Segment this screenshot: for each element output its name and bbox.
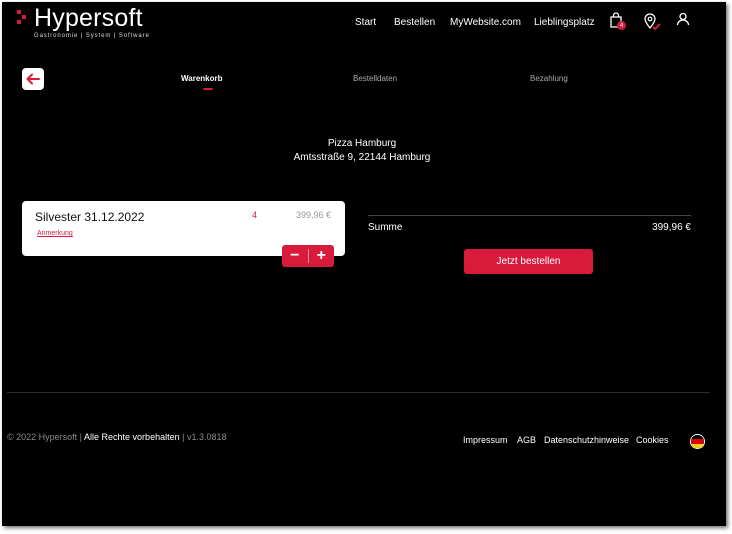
footer-link-datenschutz[interactable]: Datenschutzhinweise xyxy=(544,435,629,445)
step-warenkorb[interactable]: Warenkorb xyxy=(181,74,223,83)
restaurant-address: Amtsstraße 9, 22144 Hamburg xyxy=(293,152,431,163)
quantity-stepper: − + xyxy=(282,245,334,267)
summary-divider xyxy=(368,215,691,216)
nav-bestellen[interactable]: Bestellen xyxy=(394,17,435,28)
logo-tagline: Gastronomie | System | Software xyxy=(34,33,150,39)
order-button[interactable]: Jetzt bestellen xyxy=(464,249,593,274)
cart-count-badge: 4 xyxy=(617,21,626,30)
nav-mywebsite[interactable]: MyWebsite.com xyxy=(450,17,521,28)
user-button[interactable] xyxy=(676,12,692,28)
increase-quantity-button[interactable]: + xyxy=(309,245,335,267)
decrease-quantity-button[interactable]: − xyxy=(282,245,308,267)
copyright-text: © 2022 Hypersoft | xyxy=(7,432,83,442)
step-bezahlung[interactable]: Bezahlung xyxy=(530,74,568,83)
restaurant-name: Pizza Hamburg xyxy=(327,138,397,149)
item-note-link[interactable]: Anmerkung xyxy=(37,230,73,237)
app-window: Hypersoft Gastronomie | System | Softwar… xyxy=(2,2,726,526)
footer-link-agb[interactable]: AGB xyxy=(517,435,536,445)
arrow-left-icon xyxy=(26,73,40,85)
rights-text: Alle Rechte vorbehalten xyxy=(84,432,180,442)
version-text: | v1.3.0818 xyxy=(182,432,227,442)
active-step-indicator xyxy=(203,88,213,90)
user-icon xyxy=(676,12,690,26)
footer-divider xyxy=(7,392,710,393)
location-button[interactable] xyxy=(642,12,662,32)
nav-start[interactable]: Start xyxy=(355,17,376,28)
map-pin-check-icon xyxy=(644,13,661,31)
german-flag-icon[interactable] xyxy=(691,435,704,448)
footer-link-impressum[interactable]: Impressum xyxy=(463,435,508,445)
step-bestelldaten[interactable]: Bestelldaten xyxy=(353,74,397,83)
cart-button[interactable]: 4 xyxy=(609,12,629,32)
item-name: Silvester 31.12.2022 xyxy=(35,210,145,224)
summary-value: 399,96 € xyxy=(652,222,691,233)
back-button[interactable] xyxy=(22,68,44,90)
item-quantity: 4 xyxy=(252,210,258,220)
item-price: 399,96 € xyxy=(295,210,331,220)
footer-copyright: © 2022 Hypersoft | Alle Rechte vorbehalt… xyxy=(7,432,226,442)
logo-mark-icon xyxy=(17,10,29,26)
logo-text: Hypersoft xyxy=(34,4,143,32)
nav-lieblingsplatz[interactable]: Lieblingsplatz xyxy=(534,17,595,28)
summary-label: Summe xyxy=(368,222,403,233)
footer-link-cookies[interactable]: Cookies xyxy=(636,435,669,445)
